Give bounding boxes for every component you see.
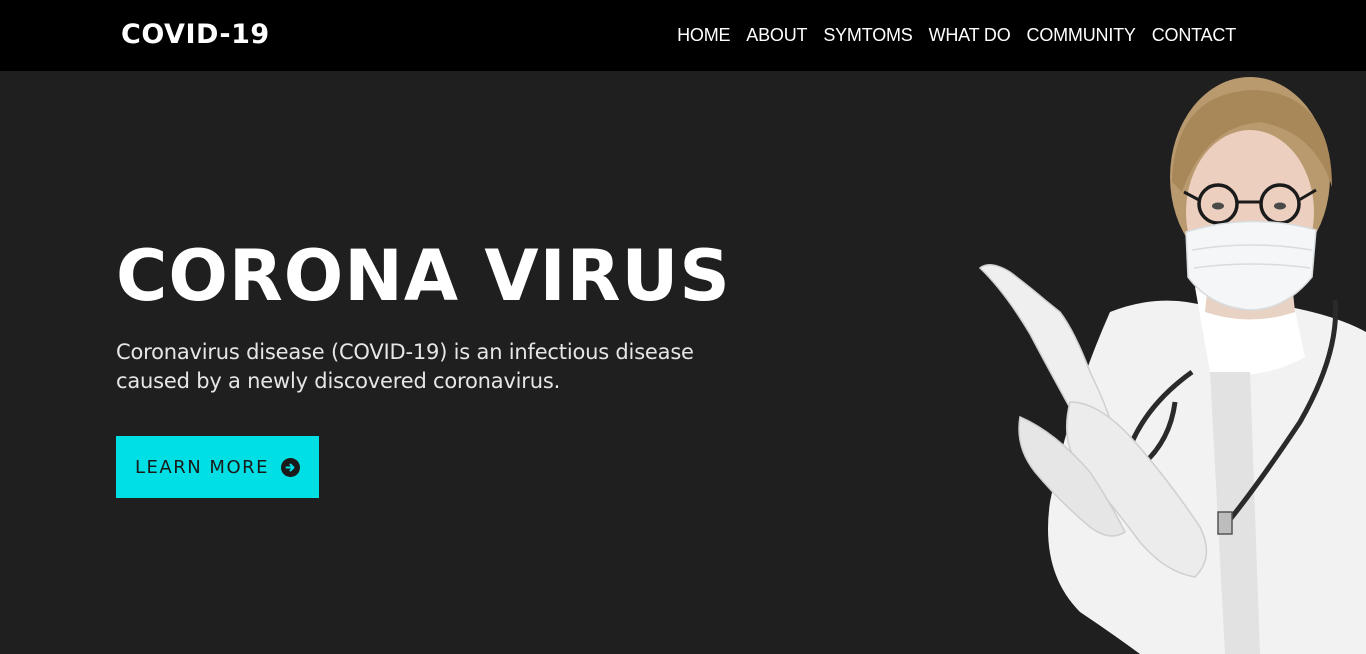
doctor-image xyxy=(978,77,1366,654)
brand-logo[interactable]: COVID-19 xyxy=(121,19,270,50)
nav-symptoms[interactable]: SYMTOMS xyxy=(823,25,912,46)
hero-title: CORONA VIRUS xyxy=(116,235,731,317)
nav-what-do[interactable]: WHAT DO xyxy=(929,25,1011,46)
main-nav: HOME ABOUT SYMTOMS WHAT DO COMMUNITY CON… xyxy=(677,25,1236,46)
nav-home[interactable]: HOME xyxy=(677,25,730,46)
nav-community[interactable]: COMMUNITY xyxy=(1027,25,1136,46)
hero-description: Coronavirus disease (COVID-19) is an inf… xyxy=(116,340,694,393)
learn-more-label: LEARN MORE xyxy=(135,456,269,478)
arrow-circle-right-icon xyxy=(281,457,300,477)
learn-more-button[interactable]: LEARN MORE xyxy=(116,436,319,498)
nav-contact[interactable]: CONTACT xyxy=(1152,25,1236,46)
navbar: COVID-19 HOME ABOUT SYMTOMS WHAT DO COMM… xyxy=(0,0,1366,71)
nav-about[interactable]: ABOUT xyxy=(746,25,807,46)
